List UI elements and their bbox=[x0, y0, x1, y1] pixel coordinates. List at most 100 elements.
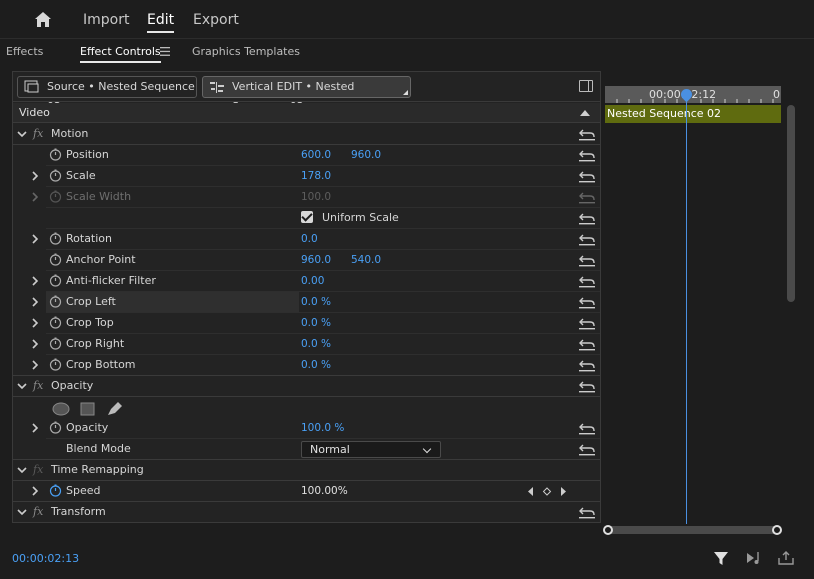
position-x-value[interactable]: 600.0 bbox=[301, 149, 331, 161]
chevron-right-icon[interactable] bbox=[30, 276, 40, 286]
chevron-right-icon[interactable] bbox=[30, 486, 40, 496]
chevron-right-icon bbox=[32, 192, 39, 202]
tab-effect-controls-label: Effect Controls bbox=[80, 45, 161, 58]
chevron-right-icon[interactable] bbox=[30, 171, 40, 181]
tab-effect-controls[interactable]: Effect Controls bbox=[80, 45, 161, 63]
horizontal-scrollbar[interactable] bbox=[603, 525, 782, 535]
sequence-tab[interactable]: Vertical EDIT • Nested Sequence 02 bbox=[202, 76, 411, 113]
crop-top-value[interactable]: 0.0 % bbox=[301, 317, 331, 329]
scale-value[interactable]: 178.0 bbox=[301, 170, 331, 182]
dropdown-corner-icon bbox=[403, 90, 408, 95]
chevron-right-icon[interactable] bbox=[30, 423, 40, 433]
reset-icon[interactable] bbox=[578, 275, 596, 288]
stopwatch-icon[interactable] bbox=[49, 295, 62, 308]
ellipse-mask-icon[interactable] bbox=[52, 402, 70, 416]
effect-opacity[interactable]: fx Opacity bbox=[13, 376, 600, 397]
stopwatch-icon[interactable] bbox=[49, 253, 62, 266]
crop-left-value[interactable]: 0.0 % bbox=[301, 296, 331, 308]
chevron-down-icon[interactable] bbox=[17, 129, 27, 139]
scroll-start-handle[interactable] bbox=[603, 525, 613, 535]
source-tab[interactable]: Source • Nested Sequence 02 bbox=[17, 76, 197, 113]
reset-icon[interactable] bbox=[578, 233, 596, 246]
chevron-right-icon[interactable] bbox=[30, 318, 40, 328]
play-audio-icon[interactable] bbox=[746, 550, 762, 566]
toggle-timeline-icon[interactable] bbox=[579, 80, 593, 92]
param-anchor-point: Anchor Point 960.0 540.0 bbox=[13, 250, 600, 271]
stopwatch-icon[interactable] bbox=[49, 316, 62, 329]
fx-icon[interactable]: fx bbox=[33, 505, 43, 518]
reset-icon[interactable] bbox=[578, 338, 596, 351]
reset-icon[interactable] bbox=[578, 422, 596, 435]
home-icon[interactable] bbox=[33, 10, 53, 30]
chevron-right-icon[interactable] bbox=[30, 339, 40, 349]
pen-mask-icon[interactable] bbox=[108, 402, 122, 415]
add-keyframe-icon[interactable] bbox=[542, 487, 552, 496]
blend-mode-select[interactable]: Normal bbox=[301, 441, 441, 458]
param-scale-width: Scale Width 100.0 bbox=[13, 187, 600, 208]
current-timecode[interactable]: 00:00:02:13 bbox=[12, 552, 79, 565]
stopwatch-icon[interactable] bbox=[49, 148, 62, 161]
chevron-right-icon[interactable] bbox=[30, 234, 40, 244]
mini-timeline[interactable]: 00:00:02:12 0 Nested Sequence 02 bbox=[603, 86, 783, 526]
effect-motion[interactable]: fx Motion bbox=[13, 124, 600, 145]
nav-export[interactable]: Export bbox=[193, 12, 239, 28]
tab-effects[interactable]: Effects bbox=[6, 45, 43, 58]
anchor-y-value[interactable]: 540.0 bbox=[351, 254, 381, 266]
reset-icon[interactable] bbox=[578, 170, 596, 183]
stopwatch-icon[interactable] bbox=[49, 358, 62, 371]
tab-graphics-templates[interactable]: Graphics Templates bbox=[192, 45, 300, 58]
nav-edit[interactable]: Edit bbox=[147, 12, 175, 33]
nav-import[interactable]: Import bbox=[83, 12, 129, 28]
next-keyframe-icon[interactable] bbox=[561, 487, 566, 496]
playhead-line[interactable] bbox=[686, 92, 687, 524]
chevron-down-icon[interactable] bbox=[17, 381, 27, 391]
reset-icon[interactable] bbox=[578, 254, 596, 267]
stopwatch-icon[interactable] bbox=[49, 484, 62, 497]
chevron-down-icon[interactable] bbox=[17, 507, 27, 517]
chevron-down-icon[interactable] bbox=[17, 465, 27, 475]
effect-transform[interactable]: fx Transform bbox=[13, 502, 600, 522]
time-ruler[interactable]: 00:00:02:12 0 bbox=[605, 86, 781, 103]
clip-label: Nested Sequence 02 bbox=[607, 107, 722, 120]
chevron-right-icon[interactable] bbox=[30, 360, 40, 370]
effect-name: Transform bbox=[51, 505, 106, 518]
reset-icon[interactable] bbox=[578, 317, 596, 330]
anti-flicker-value[interactable]: 0.00 bbox=[301, 275, 324, 287]
nested-sequence-clip[interactable]: Nested Sequence 02 bbox=[605, 105, 781, 123]
chevron-right-icon[interactable] bbox=[30, 297, 40, 307]
fx-icon[interactable]: fx bbox=[33, 127, 43, 140]
reset-icon[interactable] bbox=[578, 506, 596, 519]
param-uniform-scale: Uniform Scale bbox=[13, 208, 600, 229]
panel-menu-icon[interactable] bbox=[160, 47, 170, 56]
crop-bottom-value[interactable]: 0.0 % bbox=[301, 359, 331, 371]
reset-icon[interactable] bbox=[578, 296, 596, 309]
effect-time-remapping[interactable]: fx Time Remapping bbox=[13, 460, 600, 481]
filter-icon[interactable] bbox=[713, 550, 729, 566]
scroll-up-icon[interactable] bbox=[580, 110, 590, 116]
opacity-value[interactable]: 100.0 % bbox=[301, 422, 344, 434]
rectangle-mask-icon[interactable] bbox=[80, 402, 95, 416]
reset-icon[interactable] bbox=[578, 443, 596, 456]
reset-icon[interactable] bbox=[578, 359, 596, 372]
effect-name: Time Remapping bbox=[51, 463, 144, 476]
stopwatch-icon[interactable] bbox=[49, 232, 62, 245]
position-y-value[interactable]: 960.0 bbox=[351, 149, 381, 161]
crop-right-value[interactable]: 0.0 % bbox=[301, 338, 331, 350]
scroll-end-handle[interactable] bbox=[772, 525, 782, 535]
reset-icon[interactable] bbox=[578, 380, 596, 393]
stopwatch-icon[interactable] bbox=[49, 274, 62, 287]
stopwatch-icon[interactable] bbox=[49, 421, 62, 434]
reset-icon[interactable] bbox=[578, 128, 596, 141]
stopwatch-icon[interactable] bbox=[49, 169, 62, 182]
anchor-x-value[interactable]: 960.0 bbox=[301, 254, 331, 266]
prev-keyframe-icon[interactable] bbox=[528, 487, 533, 496]
speed-value[interactable]: 100.00% bbox=[301, 485, 348, 497]
vertical-scrollbar[interactable] bbox=[787, 105, 795, 302]
reset-icon[interactable] bbox=[578, 212, 596, 225]
export-icon[interactable] bbox=[778, 550, 794, 566]
uniform-scale-checkbox[interactable] bbox=[301, 211, 313, 223]
stopwatch-icon[interactable] bbox=[49, 337, 62, 350]
fx-icon[interactable]: fx bbox=[33, 379, 43, 392]
rotation-value[interactable]: 0.0 bbox=[301, 233, 318, 245]
reset-icon[interactable] bbox=[578, 149, 596, 162]
